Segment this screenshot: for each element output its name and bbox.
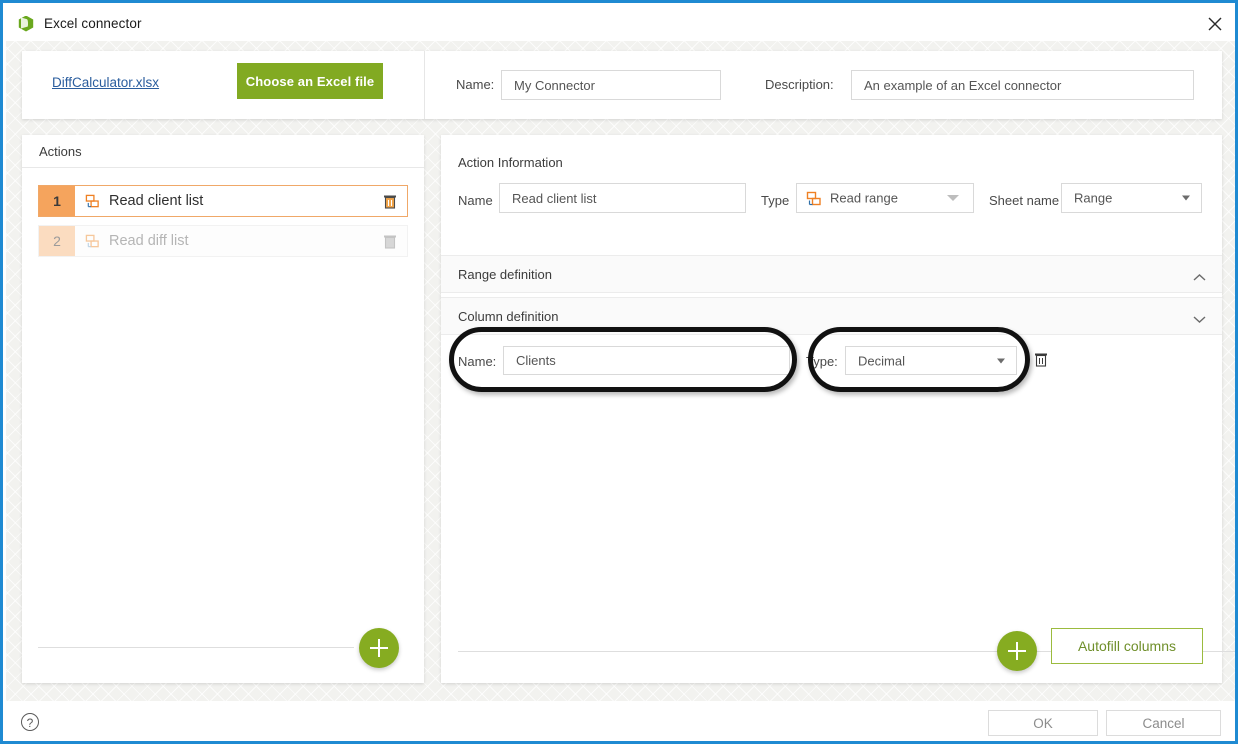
title-bar: Excel connector [6, 6, 1238, 41]
card-divider [424, 51, 425, 119]
action-details-panel: Action Information Name Type Read range … [441, 135, 1222, 683]
connector-name-input[interactable] [501, 70, 721, 100]
excel-connector-icon [18, 16, 34, 32]
excel-connector-window: Excel connector DiffCalculator.xlsx Choo… [0, 0, 1238, 744]
dialog-footer: ? OK Cancel [6, 701, 1238, 744]
autofill-columns-button[interactable]: Autofill columns [1051, 628, 1203, 664]
add-action-button[interactable] [359, 628, 399, 668]
action-list-item-1[interactable]: 1 Read client list [38, 185, 408, 217]
column-name-label: Name: [458, 354, 496, 369]
window-title: Excel connector [44, 16, 142, 31]
action-type-value: Read range [830, 191, 898, 206]
chevron-down-icon [1193, 311, 1206, 329]
connector-description-input[interactable] [851, 70, 1194, 100]
column-name-input[interactable] [503, 346, 790, 375]
add-column-button[interactable] [997, 631, 1037, 671]
delete-column-button[interactable] [1034, 352, 1048, 372]
column-type-select[interactable]: Decimal [845, 346, 1017, 375]
help-icon[interactable]: ? [21, 713, 39, 731]
connector-name-label: Name: [456, 77, 494, 92]
chevron-up-icon [1193, 269, 1206, 287]
column-definition-title: Column definition [458, 309, 558, 324]
range-definition-accordion[interactable]: Range definition [441, 255, 1222, 293]
action-index-1: 1 [39, 186, 75, 216]
action-type-select[interactable]: Read range [796, 183, 974, 213]
column-type-value: Decimal [858, 353, 905, 368]
connector-description-label: Description: [765, 77, 834, 92]
action-information-title: Action Information [458, 155, 563, 170]
read-range-icon [806, 191, 822, 207]
trash-icon [1034, 352, 1048, 367]
trash-icon [383, 234, 397, 249]
sheet-name-select[interactable]: Range [1061, 183, 1202, 213]
actions-panel-header: Actions [22, 135, 424, 168]
action-index-2: 2 [39, 226, 75, 256]
action-label-2: Read diff list [109, 233, 189, 249]
actions-panel: Actions 1 Read client list [22, 135, 424, 683]
action-name-label: Name [458, 193, 493, 208]
column-definition-accordion[interactable]: Column definition [441, 297, 1222, 335]
sheet-name-label: Sheet name [989, 193, 1059, 208]
actions-footer-rule [38, 647, 354, 648]
chevron-down-icon [1182, 196, 1190, 201]
cancel-button[interactable]: Cancel [1106, 710, 1221, 736]
sheet-name-value: Range [1074, 191, 1112, 206]
actions-title: Actions [39, 144, 82, 159]
action-label-1: Read client list [109, 193, 203, 209]
trash-icon [383, 194, 397, 209]
excel-file-link[interactable]: DiffCalculator.xlsx [52, 75, 159, 90]
action-type-label: Type [761, 193, 789, 208]
chevron-down-icon [997, 358, 1005, 363]
delete-action-2-button[interactable] [383, 234, 397, 249]
chevron-down-icon [947, 195, 959, 201]
action-name-input[interactable] [499, 183, 746, 213]
column-type-label: Type: [806, 354, 838, 369]
range-definition-title: Range definition [458, 267, 552, 282]
file-and-meta-card: DiffCalculator.xlsx Choose an Excel file… [22, 51, 1222, 119]
delete-action-1-button[interactable] [383, 194, 397, 209]
ok-button[interactable]: OK [988, 710, 1098, 736]
action-list-item-2[interactable]: 2 Read diff list [38, 225, 408, 257]
read-range-icon [85, 194, 100, 209]
choose-excel-file-button[interactable]: Choose an Excel file [237, 63, 383, 99]
close-icon[interactable] [1192, 6, 1238, 41]
read-range-icon [85, 234, 100, 249]
